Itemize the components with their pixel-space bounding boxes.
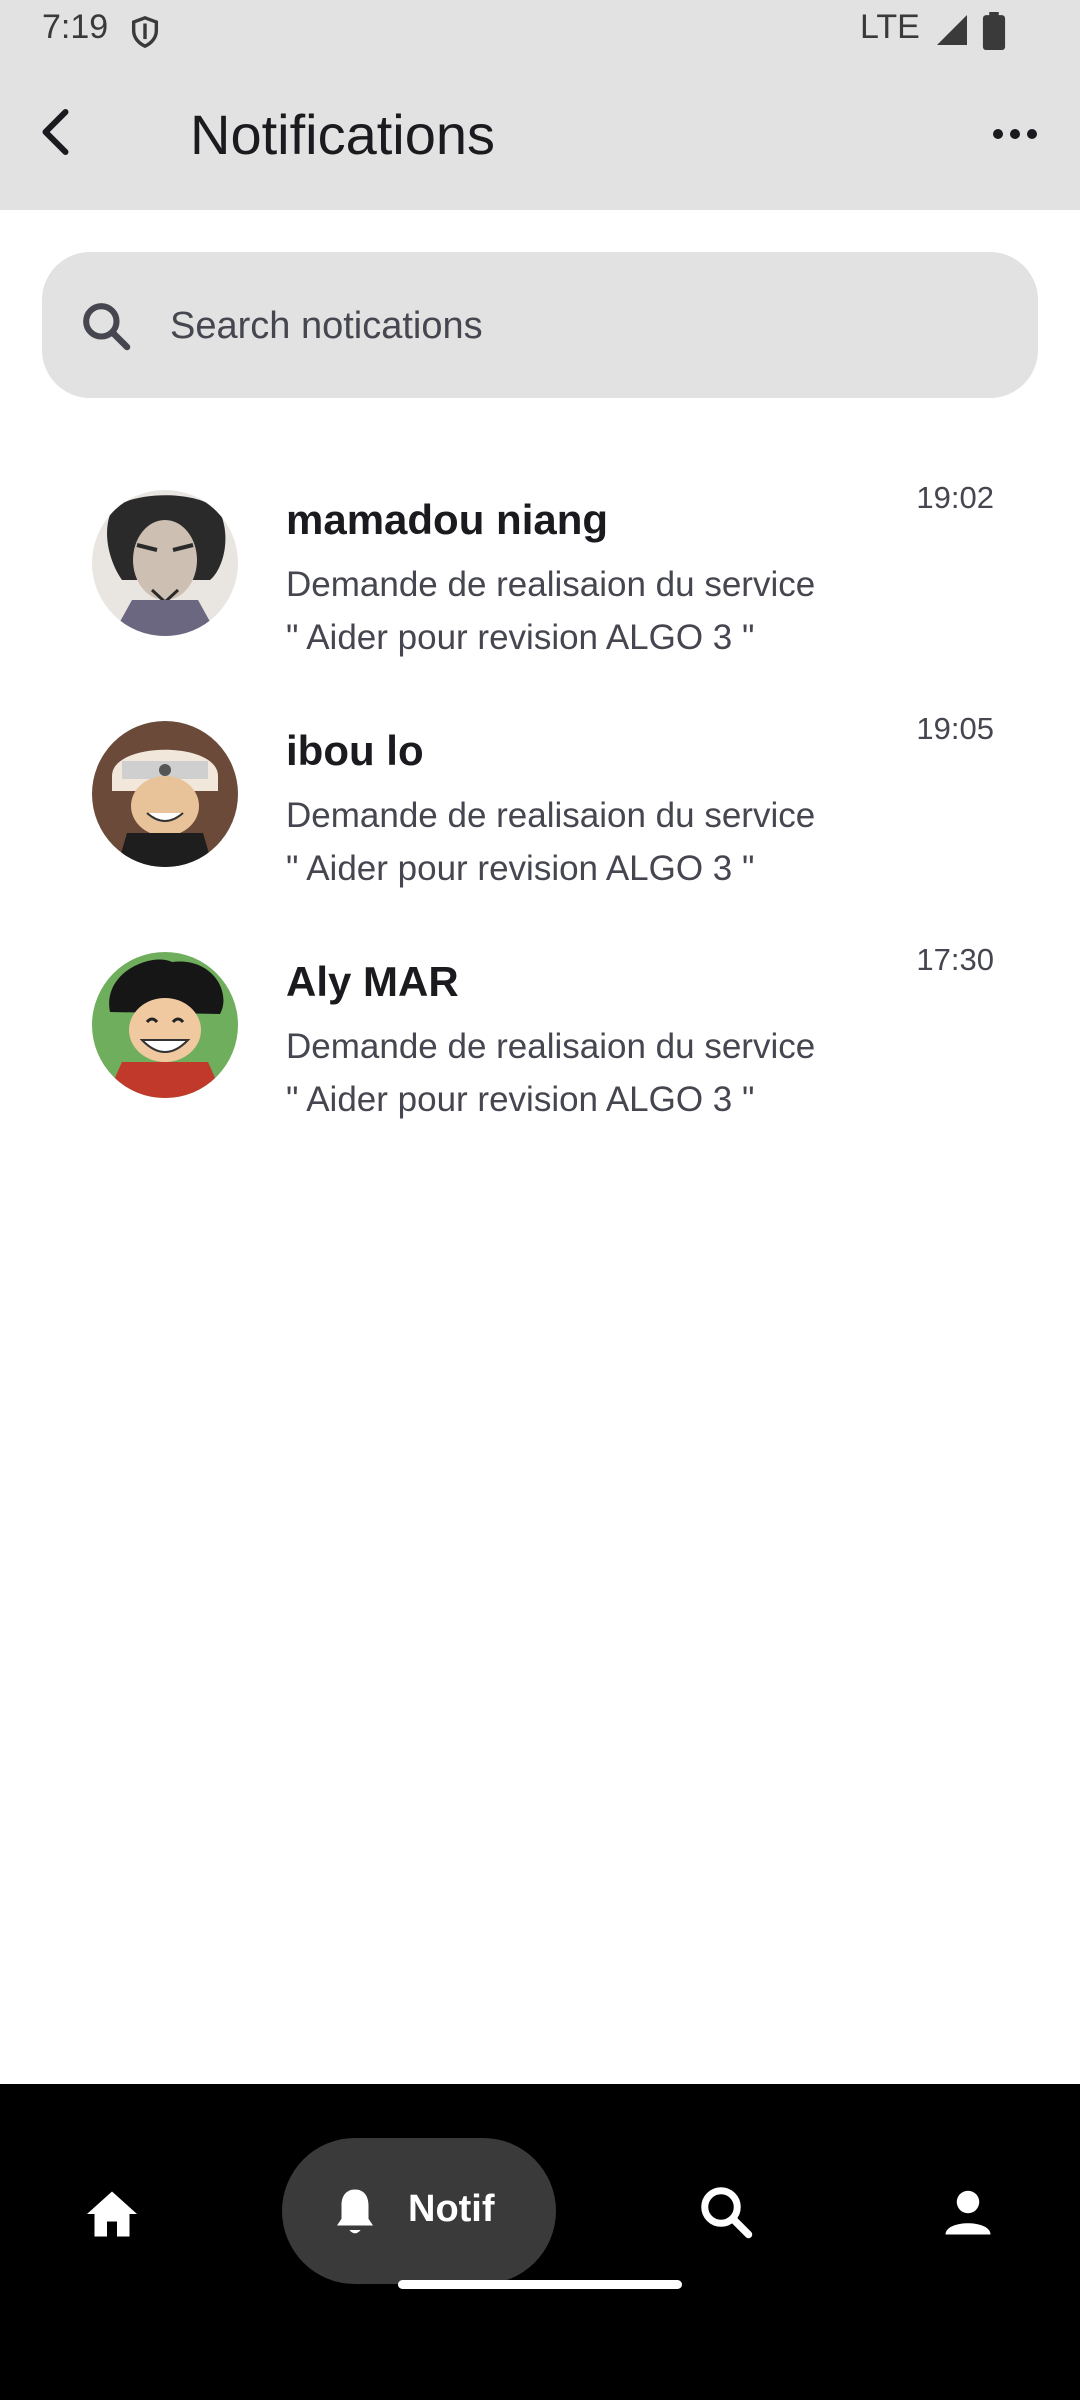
message-line: " Aider pour revision ALGO 3 " [286, 849, 755, 888]
sender-name: Aly MAR [286, 958, 459, 1005]
home-icon[interactable] [82, 2184, 142, 2244]
back-icon[interactable] [28, 102, 88, 162]
person-icon[interactable] [938, 2182, 998, 2242]
notification-time: 19:02 [916, 480, 994, 515]
page-title: Notifications [190, 103, 496, 166]
search-icon[interactable] [696, 2182, 756, 2242]
sender-name: ibou lo [286, 727, 424, 774]
network-type: LTE [860, 8, 920, 46]
pirate-avatar [92, 952, 238, 1098]
ninja-avatar [92, 721, 238, 867]
avatar [92, 952, 238, 1098]
message-line: Demande de realisaion du service [286, 796, 816, 835]
nav-notifications-button[interactable]: Notif [282, 2138, 556, 2284]
battery-icon [982, 12, 1006, 50]
bell-icon [337, 2189, 373, 2234]
search-icon [83, 303, 131, 351]
message-line: Demande de realisaion du service [286, 1027, 816, 1066]
avatar [92, 490, 238, 636]
notification-item[interactable]: mamadou niang Demande de realisaion du s… [0, 468, 1080, 668]
more-options-icon[interactable] [990, 122, 1040, 146]
bottom-navigation: Notif [0, 2084, 1080, 2400]
notification-message: Demande de realisaion du service " Aider… [286, 558, 906, 664]
home-indicator[interactable] [398, 2280, 682, 2289]
shield-icon [131, 16, 159, 49]
notification-item[interactable]: ibou lo Demande de realisaion du service… [0, 699, 1080, 899]
status-time: 7:19 [42, 8, 109, 46]
search-bar[interactable] [42, 252, 1038, 398]
notification-message: Demande de realisaion du service " Aider… [286, 1020, 906, 1126]
notification-time: 17:30 [916, 942, 994, 977]
message-line: " Aider pour revision ALGO 3 " [286, 618, 755, 657]
message-line: Demande de realisaion du service [286, 565, 816, 604]
notification-time: 19:05 [916, 711, 994, 746]
signal-icon [937, 15, 967, 45]
notification-message: Demande de realisaion du service " Aider… [286, 789, 906, 895]
avatar [92, 721, 238, 867]
message-line: " Aider pour revision ALGO 3 " [286, 1080, 755, 1119]
search-input[interactable] [168, 288, 992, 364]
nav-notifications-label: Notif [408, 2188, 495, 2230]
samurai-avatar [92, 490, 238, 636]
status-bar: 7:19 LTE [0, 0, 1080, 62]
sender-name: mamadou niang [286, 496, 609, 543]
notification-item[interactable]: Aly MAR Demande de realisaion du service… [0, 930, 1080, 1130]
app-bar: Notifications [0, 62, 1080, 210]
